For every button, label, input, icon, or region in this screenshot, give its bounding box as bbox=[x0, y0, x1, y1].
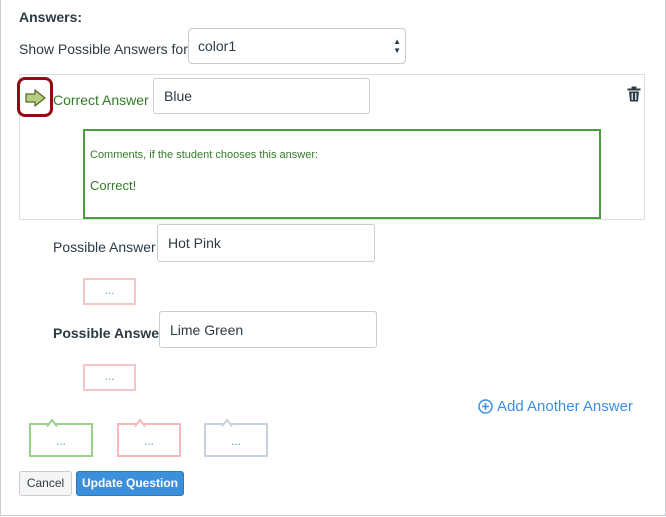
callout-notch-icon bbox=[46, 418, 58, 427]
arrow-right-icon bbox=[25, 89, 46, 107]
answers-heading: Answers: bbox=[19, 9, 83, 25]
correct-answer-comment-box[interactable] bbox=[83, 129, 601, 219]
show-answers-label: Show Possible Answers for bbox=[19, 41, 188, 57]
add-another-answer-link[interactable]: Add Another Answer bbox=[478, 398, 633, 415]
delete-answer-button[interactable] bbox=[627, 86, 641, 107]
correct-answer-arrow-button[interactable] bbox=[17, 77, 53, 117]
general-correct-comment-button[interactable]: ... bbox=[29, 418, 93, 457]
general-comment-placeholder: ... bbox=[55, 434, 66, 448]
possible-answer-input[interactable] bbox=[159, 311, 377, 348]
comment-text: Correct! bbox=[90, 178, 137, 193]
plus-circle-icon bbox=[478, 399, 493, 414]
answer-comment-button[interactable]: ... bbox=[83, 278, 136, 305]
general-incorrect-comment-button[interactable]: ... bbox=[117, 418, 181, 457]
possible-answer-label: Possible Answer bbox=[53, 239, 156, 255]
general-comment-placeholder: ... bbox=[230, 434, 241, 448]
correct-answer-input[interactable] bbox=[153, 78, 370, 114]
comment-label: Comments, if the student chooses this an… bbox=[90, 149, 319, 161]
add-another-answer-label: Add Another Answer bbox=[497, 398, 633, 415]
possible-answer-input[interactable] bbox=[157, 224, 375, 262]
possible-answer-label: Possible Answer bbox=[53, 325, 165, 341]
general-comment-placeholder: ... bbox=[143, 434, 154, 448]
general-neutral-comment-button[interactable]: ... bbox=[204, 418, 268, 457]
trash-icon bbox=[627, 86, 641, 102]
blank-select[interactable]: color1 ▲ ▼ bbox=[188, 28, 406, 64]
update-question-button[interactable]: Update Question bbox=[76, 471, 184, 496]
callout-notch-icon bbox=[134, 418, 146, 427]
callout-notch-icon bbox=[221, 418, 233, 427]
blank-select-value: color1 bbox=[198, 38, 237, 54]
cancel-button[interactable]: Cancel bbox=[19, 471, 72, 496]
correct-answer-label: Correct Answer bbox=[53, 92, 149, 108]
select-arrows-icon: ▲ ▼ bbox=[393, 37, 401, 55]
answer-comment-button[interactable]: ... bbox=[83, 364, 136, 391]
